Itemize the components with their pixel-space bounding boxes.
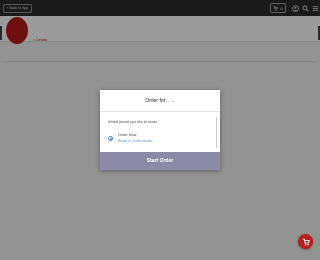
start-order-button[interactable]: Start Order <box>100 152 220 170</box>
order-now-ready-time: Ready in ~tooth minutes <box>118 139 153 143</box>
order-now-radio[interactable] <box>108 136 113 141</box>
modal-title: Order for <box>145 97 166 104</box>
floating-cart-button[interactable] <box>298 234 313 249</box>
order-for-selector[interactable]: Order for ⌄ <box>100 90 220 112</box>
order-time-question: When would you like to order <box>108 120 157 124</box>
order-type-modal: Order for ⌄ When would you like to order… <box>100 90 220 170</box>
radio-selected-dot <box>109 137 112 140</box>
shopping-cart-icon <box>302 238 310 245</box>
order-now-label[interactable]: Order Now <box>118 133 136 137</box>
chevron-down-icon: ⌄ <box>171 98 175 103</box>
modal-scrollbar[interactable] <box>216 117 217 148</box>
